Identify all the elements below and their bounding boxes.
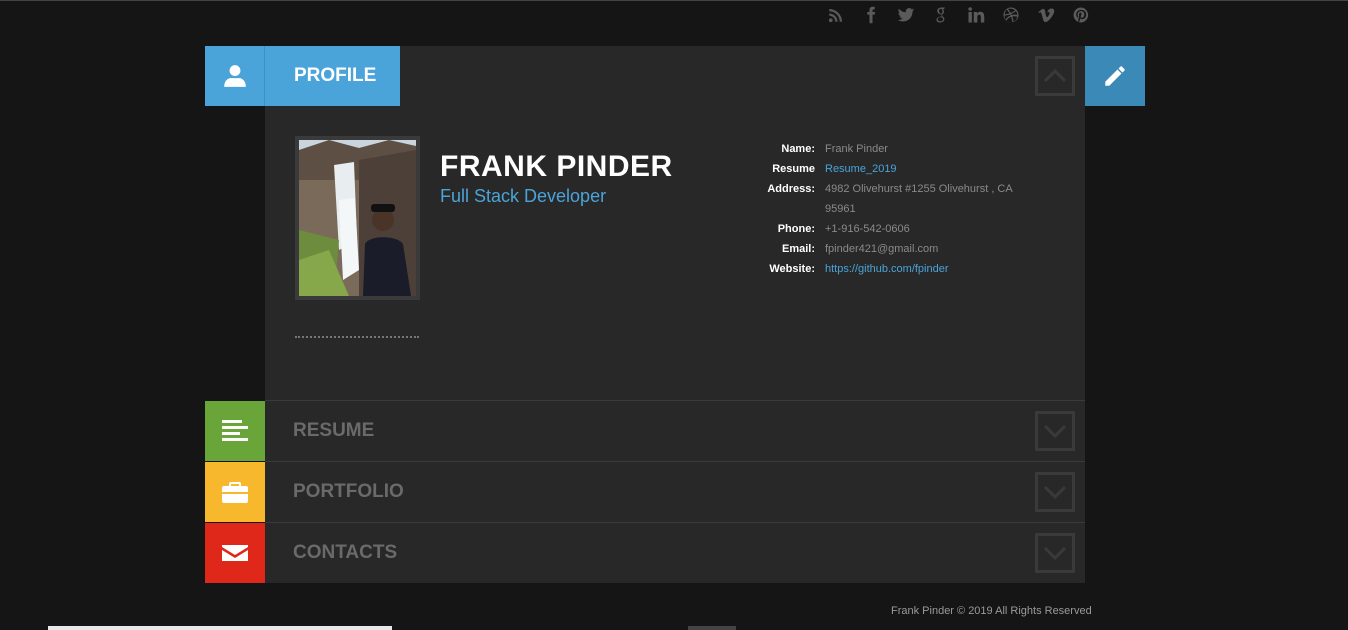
chevron-up-icon <box>1043 68 1067 83</box>
profile-name: FRANK PINDER <box>440 150 673 183</box>
tab-contacts[interactable]: CONTACTS <box>265 522 1085 583</box>
website-link[interactable]: https://github.com/fpinder <box>825 259 1040 279</box>
tab-contacts-label: CONTACTS <box>293 542 398 563</box>
profile-photo-frame <box>295 136 420 300</box>
envelope-icon <box>222 545 248 561</box>
resume-link[interactable]: Resume_2019 <box>825 159 1040 179</box>
info-value: fpinder421@gmail.com <box>825 243 939 255</box>
info-row-resume: Resume Resume_2019 <box>760 159 1040 179</box>
info-key: Address: <box>767 183 815 195</box>
info-row-email: Email: fpinder421@gmail.com <box>760 239 1040 259</box>
top-border <box>0 0 1348 1</box>
social-links <box>818 4 1098 26</box>
resume-icon-box[interactable] <box>205 401 265 461</box>
profile-info: Name: Frank Pinder Resume Resume_2019 Ad… <box>760 139 1040 279</box>
info-key: Phone: <box>777 223 815 235</box>
tab-resume[interactable]: RESUME <box>265 400 1085 461</box>
info-row-name: Name: Frank Pinder <box>760 139 1040 159</box>
info-key: Email: <box>781 243 815 255</box>
tab-portfolio-label: PORTFOLIO <box>293 481 404 502</box>
divider <box>295 336 419 338</box>
chevron-down-icon <box>1043 485 1067 500</box>
info-key: Resume <box>772 163 815 175</box>
vimeo-icon[interactable] <box>1028 4 1063 26</box>
expand-contacts-button[interactable] <box>1035 533 1075 573</box>
info-value: 4982 Olivehurst #1255 Olivehurst , CA 95… <box>825 183 1013 215</box>
info-row-website: Website: https://github.com/fpinder <box>760 259 1040 279</box>
info-value: +1-916-542-0606 <box>825 223 910 235</box>
expand-resume-button[interactable] <box>1035 411 1075 451</box>
google-plus-icon[interactable] <box>923 4 958 26</box>
linkedin-icon[interactable] <box>958 4 993 26</box>
pencil-icon <box>1105 66 1125 86</box>
info-row-address: Address: 4982 Olivehurst #1255 Olivehurs… <box>760 179 1040 219</box>
facebook-icon[interactable] <box>853 4 888 26</box>
info-value: Frank Pinder <box>825 143 888 155</box>
briefcase-icon <box>222 482 248 503</box>
scroll-indicator <box>688 626 736 630</box>
profile-photo <box>299 140 416 296</box>
edit-button[interactable] <box>1085 46 1145 106</box>
rss-icon[interactable] <box>818 4 853 26</box>
tab-profile[interactable]: PROFILE <box>205 46 400 106</box>
tab-portfolio[interactable]: PORTFOLIO <box>265 461 1085 522</box>
info-key: Website: <box>769 263 815 275</box>
user-icon <box>205 46 265 106</box>
chevron-down-icon <box>1043 424 1067 439</box>
tab-resume-label: RESUME <box>293 420 375 441</box>
info-key: Name: <box>781 143 815 155</box>
list-icon <box>222 420 248 441</box>
collapse-profile-button[interactable] <box>1035 56 1075 96</box>
info-row-phone: Phone: +1-916-542-0606 <box>760 219 1040 239</box>
portfolio-icon-box[interactable] <box>205 462 265 522</box>
tab-profile-label: PROFILE <box>294 65 377 86</box>
footer-copyright: Frank Pinder © 2019 All Rights Reserved <box>891 605 1092 617</box>
dribbble-icon[interactable] <box>993 4 1028 26</box>
chevron-down-icon <box>1043 546 1067 561</box>
pinterest-icon[interactable] <box>1063 4 1098 26</box>
contacts-icon-box[interactable] <box>205 523 265 583</box>
twitter-icon[interactable] <box>888 4 923 26</box>
expand-portfolio-button[interactable] <box>1035 472 1075 512</box>
horizontal-scrollbar[interactable] <box>48 626 392 630</box>
profile-role: Full Stack Developer <box>440 186 607 206</box>
